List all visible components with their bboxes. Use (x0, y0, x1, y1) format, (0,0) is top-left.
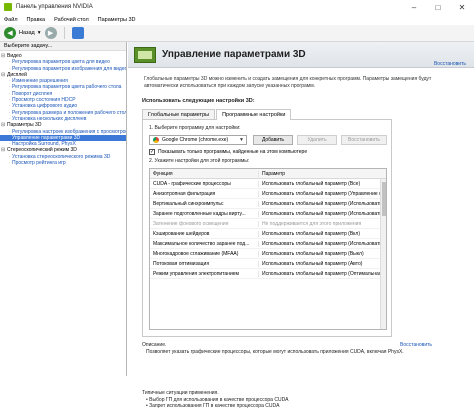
usage-item: • Запрет использования ГП в качестве про… (146, 403, 280, 409)
setting-feature: Кэширование шейдеров (153, 230, 210, 237)
column-header-feature: Функция (153, 170, 173, 177)
settings-grid: Функция Параметр CUDA - графические проц… (149, 168, 387, 330)
table-row[interactable]: Режим управления электропитанием Использо… (150, 269, 386, 279)
step1-label: 1. Выберите программу для настройки: (149, 125, 241, 131)
usage-section: Типичные ситуации применения. • Выбор ГП… (142, 390, 462, 410)
grid-header: Функция Параметр (150, 169, 386, 179)
table-row[interactable]: CUDA - графические процессоры Использоват… (150, 179, 386, 189)
chevron-down-icon: ▼ (239, 137, 244, 143)
home-icon[interactable] (71, 27, 84, 39)
back-dropdown-icon[interactable]: ▾ (38, 30, 41, 36)
menu-bar: Файл Правка Рабочий стол Параметры 3D (0, 14, 474, 25)
window-title: Панель управления NVIDIA (16, 4, 93, 10)
page-description: Глобальные параметры 3D можно изменить и… (144, 76, 432, 89)
table-row[interactable]: Вертикальный синхроимпульс Использовать г… (150, 199, 386, 209)
add-program-button[interactable]: Добавить (253, 135, 293, 145)
forward-button[interactable]: ▶ (44, 27, 57, 39)
content-panel: Управление параметрами 3D Восстановить Г… (128, 42, 474, 409)
description-text: Позволяет указать графические процессоры… (146, 348, 404, 355)
setting-value[interactable]: Использовать глобальный параметр (Исполь… (258, 210, 380, 217)
window-controls: – □ ✕ (402, 0, 474, 14)
setting-value[interactable]: Использовать глобальный параметр (Управл… (258, 190, 380, 197)
restore-program-button[interactable]: Восстановить (341, 135, 387, 145)
title-bar: Панель управления NVIDIA – □ ✕ (0, 0, 474, 14)
step2-label: 2. Укажите настройки для этой программы: (149, 158, 250, 164)
toolbar-separator (63, 27, 65, 39)
setting-value[interactable]: Использовать глобальный параметр (Исполь… (258, 240, 380, 247)
setting-value[interactable]: Использовать глобальный параметр (Исполь… (258, 200, 380, 207)
setting-feature: Заранее подготовленные кадры вирту... (153, 210, 246, 217)
table-row[interactable]: Затенение фонового освещения Не поддержив… (150, 219, 386, 229)
menu-desktop[interactable]: Рабочий стол (54, 17, 89, 23)
back-arrow-icon: ◀ (4, 27, 16, 39)
back-label: Назад (19, 30, 35, 36)
chrome-icon (153, 137, 159, 143)
settings-tabs: Глобальные параметры Программные настрой… (142, 109, 292, 120)
setting-feature: Режим управления электропитанием (153, 270, 239, 277)
setting-value[interactable]: Не поддерживается для этого приложения (258, 220, 380, 227)
show-found-only-checkbox[interactable]: ✓ Показывать только программы, найденные… (149, 149, 307, 155)
minimize-icon[interactable]: – (402, 0, 426, 14)
setting-feature: Вертикальный синхроимпульс (153, 200, 224, 207)
setting-value[interactable]: Использовать глобальный параметр (Выкл) (258, 250, 380, 257)
setting-feature: Многокадровое сглаживание (MFAA) (153, 250, 239, 257)
setting-value[interactable]: Использовать глобальный параметр (Все) (258, 180, 380, 187)
scrollbar-thumb[interactable] (382, 182, 386, 216)
task-panel: Выберите задачу... ВидеоРегулировка пара… (0, 42, 127, 376)
restore-defaults-link[interactable]: Восстановить (434, 61, 466, 67)
grid-scrollbar[interactable] (380, 179, 386, 329)
menu-edit[interactable]: Правка (27, 17, 46, 23)
toolbar: ◀ Назад ▾ ▶ (0, 25, 474, 42)
column-header-value: Параметр (258, 170, 380, 177)
tab-global-settings[interactable]: Глобальные параметры (142, 109, 216, 119)
checkbox-check-icon: ✓ (149, 149, 155, 155)
checkbox-label: Показывать только программы, найденные н… (158, 149, 308, 155)
program-settings-panel: 1. Выберите программу для настройки: Goo… (142, 119, 392, 337)
task-panel-header: Выберите задачу... (0, 42, 126, 51)
3d-settings-icon (134, 47, 156, 63)
setting-feature: CUDA - графические процессоры (153, 180, 231, 187)
page-title: Управление параметрами 3D (162, 49, 306, 60)
setting-value[interactable]: Использовать глобальный параметр (Вкл) (258, 230, 380, 237)
table-row[interactable]: Потоковая оптимизация Использовать глобал… (150, 259, 386, 269)
menu-file[interactable]: Файл (4, 17, 18, 23)
setting-feature: Максимальное количество заранее под... (153, 240, 250, 247)
program-select[interactable]: Google Chrome (chrome.exe) ▼ (149, 135, 247, 145)
setting-value[interactable]: Использовать глобальный параметр (Оптима… (258, 270, 380, 277)
table-row[interactable]: Анизотропная фильтрация Использовать глоб… (150, 189, 386, 199)
menu-3d-settings[interactable]: Параметры 3D (98, 17, 136, 23)
table-row[interactable]: Многокадровое сглаживание (MFAA) Использо… (150, 249, 386, 259)
tree-item[interactable]: Просмотр рейтинга игр (0, 160, 126, 167)
setting-value[interactable]: Использовать глобальный параметр (Авто) (258, 260, 380, 267)
table-row[interactable]: Максимальное количество заранее под... Ис… (150, 239, 386, 249)
nvidia-logo-icon (4, 3, 12, 11)
setting-feature: Анизотропная фильтрация (153, 190, 216, 197)
task-tree: ВидеоРегулировка параметров цвета для ви… (0, 51, 126, 167)
section-label: Использовать следующие настройки 3D: (142, 98, 255, 104)
program-select-value: Google Chrome (chrome.exe) (162, 137, 229, 143)
description-section: Описание. Позволяет указать графические … (142, 342, 462, 355)
grid-body: CUDA - графические процессоры Использоват… (150, 179, 386, 279)
setting-feature: Потоковая оптимизация (153, 260, 210, 267)
remove-program-button[interactable]: Удалить (297, 135, 337, 145)
table-row[interactable]: Заранее подготовленные кадры вирту... Исп… (150, 209, 386, 219)
tab-program-settings[interactable]: Программные настройки (216, 109, 292, 120)
maximize-icon[interactable]: □ (426, 0, 450, 14)
app-window: Панель управления NVIDIA – □ ✕ Файл Прав… (0, 0, 474, 409)
close-icon[interactable]: ✕ (450, 0, 474, 14)
page-banner: Управление параметрами 3D Восстановить (128, 42, 474, 68)
forward-arrow-icon: ▶ (44, 27, 57, 39)
back-button[interactable]: ◀ Назад ▾ (4, 27, 41, 39)
table-row[interactable]: Кэширование шейдеров Использовать глобаль… (150, 229, 386, 239)
setting-feature: Затенение фонового освещения (153, 220, 229, 227)
